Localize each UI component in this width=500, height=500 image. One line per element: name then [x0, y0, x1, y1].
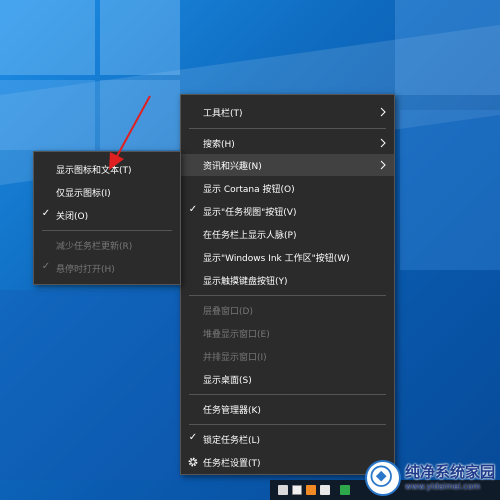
menu-item-label: 显示图标和文本(T) [56, 165, 132, 176]
window-pane [100, 80, 180, 150]
watermark-logo [365, 459, 401, 496]
site-watermark: 纯净系统家园 www.yidaimei.com [365, 455, 500, 500]
news-and-interests-submenu: 显示图标和文本(T) 仅显示图标(I) ✓ 关闭(O) 减少任务栏更新(R) ✓… [33, 151, 181, 285]
menu-item-show-cortana-button[interactable]: 显示 Cortana 按钮(O) [181, 177, 394, 199]
menu-separator [42, 230, 172, 231]
window-pane [0, 80, 95, 150]
menu-item-label: 在任务栏上显示人脉(P) [203, 230, 297, 241]
menu-item-stack-windows: 堆叠显示窗口(E) [181, 322, 394, 344]
menu-item-label: 显示桌面(S) [203, 375, 252, 386]
checkmark-icon: ✓ [188, 204, 198, 215]
menu-item-news-and-interests[interactable]: 资讯和兴趣(N) [181, 154, 394, 176]
menu-item-cascade-windows: 层叠窗口(D) [181, 299, 394, 321]
menu-item-label: 显示 Cortana 按钮(O) [203, 184, 295, 195]
menu-item-label: 显示触摸键盘按钮(Y) [203, 276, 288, 287]
menu-item-label: 任务栏设置(T) [203, 458, 261, 469]
submenu-item-show-icon-and-text[interactable]: 显示图标和文本(T) [34, 158, 180, 180]
menu-item-task-manager[interactable]: 任务管理器(K) [181, 398, 394, 420]
chevron-right-icon [380, 107, 386, 117]
menu-item-show-task-view-button[interactable]: ✓ 显示"任务视图"按钮(V) [181, 200, 394, 222]
menu-item-label: 搜索(H) [203, 139, 235, 150]
menu-item-label: 工具栏(T) [203, 108, 243, 119]
menu-item-show-windows-ink[interactable]: 显示"Windows Ink 工作区"按钮(W) [181, 246, 394, 268]
submenu-item-open-on-hover: ✓ 悬停时打开(H) [34, 257, 180, 279]
menu-item-taskbar-settings[interactable]: 任务栏设置(T) [181, 451, 394, 473]
menu-separator [189, 128, 386, 129]
menu-item-label: 任务管理器(K) [203, 405, 261, 416]
submenu-item-show-icon-only[interactable]: 仅显示图标(I) [34, 181, 180, 203]
tray-app-icon[interactable] [306, 485, 316, 495]
window-pane [0, 290, 180, 480]
watermark-title: 纯净系统家园 [405, 463, 496, 482]
submenu-item-reduce-taskbar-updates: 减少任务栏更新(R) [34, 234, 180, 256]
menu-item-label: 堆叠显示窗口(E) [203, 329, 270, 340]
menu-item-label: 减少任务栏更新(R) [56, 241, 133, 252]
watermark-url: www.yidaimei.com [405, 481, 481, 491]
submenu-item-turn-off[interactable]: ✓ 关闭(O) [34, 204, 180, 226]
chevron-right-icon [380, 138, 386, 148]
menu-item-search[interactable]: 搜索(H) [181, 132, 394, 154]
menu-item-show-people[interactable]: 在任务栏上显示人脉(P) [181, 223, 394, 245]
menu-item-label: 资讯和兴趣(N) [203, 161, 262, 172]
tray-app-icon[interactable] [320, 485, 330, 495]
tray-app-icon[interactable] [340, 485, 350, 495]
menu-item-label: 显示"Windows Ink 工作区"按钮(W) [203, 253, 350, 264]
menu-separator [189, 394, 386, 395]
menu-item-lock-taskbar[interactable]: ✓ 锁定任务栏(L) [181, 428, 394, 450]
window-pane [100, 0, 180, 75]
menu-item-show-desktop[interactable]: 显示桌面(S) [181, 368, 394, 390]
menu-item-label: 悬停时打开(H) [56, 264, 115, 275]
window-pane [395, 0, 500, 95]
menu-separator [189, 424, 386, 425]
window-pane [0, 0, 95, 75]
tray-app-icon[interactable] [278, 485, 288, 495]
menu-item-label: 锁定任务栏(L) [203, 435, 261, 446]
checkmark-icon: ✓ [41, 208, 51, 219]
menu-item-label: 并排显示窗口(I) [203, 352, 267, 363]
menu-item-label: 关闭(O) [56, 211, 89, 222]
menu-item-label: 仅显示图标(I) [56, 188, 111, 199]
tray-app-icon[interactable] [292, 485, 302, 495]
checkmark-icon: ✓ [41, 261, 51, 272]
menu-item-label: 显示"任务视图"按钮(V) [203, 207, 297, 218]
menu-item-show-touch-keyboard[interactable]: 显示触摸键盘按钮(Y) [181, 269, 394, 291]
menu-item-toolbars[interactable]: 工具栏(T) [181, 101, 394, 123]
menu-item-label: 层叠窗口(D) [203, 306, 253, 317]
taskbar-context-menu: 工具栏(T) 搜索(H) 资讯和兴趣(N) 显示 Cortana 按钮(O) ✓… [180, 94, 395, 475]
chevron-right-icon [380, 160, 386, 170]
window-pane [400, 110, 500, 270]
menu-separator [189, 295, 386, 296]
gear-icon [188, 457, 198, 467]
checkmark-icon: ✓ [188, 432, 198, 443]
menu-item-side-by-side-windows: 并排显示窗口(I) [181, 345, 394, 367]
